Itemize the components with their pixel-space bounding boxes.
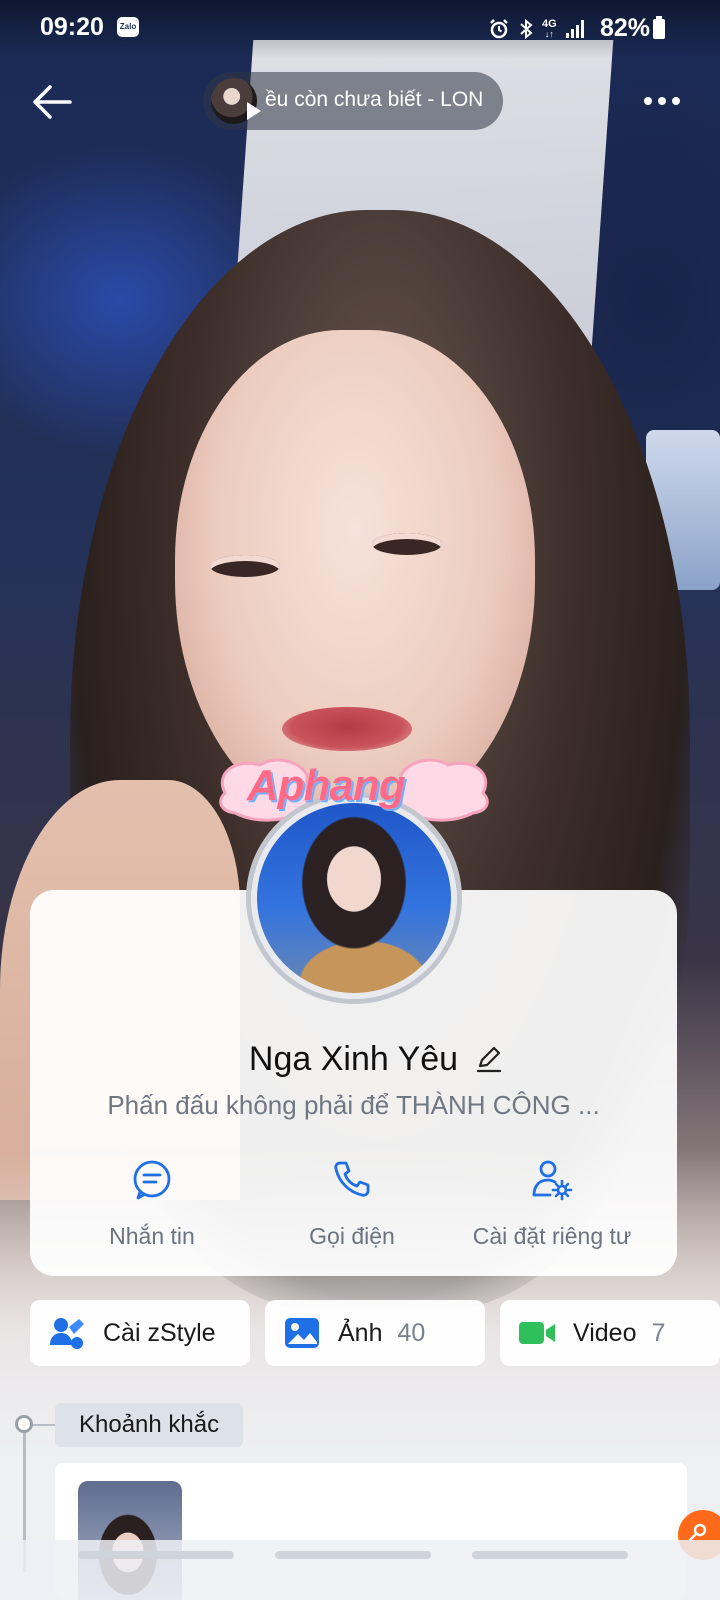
edit-name-icon[interactable]	[475, 1044, 503, 1074]
moments-label: Khoảnh khắc	[55, 1403, 244, 1447]
profile-name-row: Nga Xinh Yêu	[30, 1040, 677, 1079]
cover-eye-left	[210, 555, 280, 577]
videos-label: Video	[573, 1318, 637, 1347]
back-arrow-icon[interactable]	[30, 82, 74, 122]
bluetooth-icon	[520, 18, 533, 40]
system-navigation-bar	[0, 1540, 720, 1600]
profile-bio: Phấn đấu không phải để THÀNH CÔNG ...	[107, 1090, 600, 1120]
cover-lips	[282, 707, 412, 751]
profile-actions: Nhắn tin Gọi điện Cài đặt riêng tư	[30, 1155, 677, 1265]
timeline-connector	[32, 1424, 56, 1426]
photos-label: Ảnh	[338, 1318, 383, 1347]
battery-percent: 82%	[600, 14, 651, 42]
zstyle-icon	[50, 1318, 84, 1349]
privacy-settings-label: Cài đặt riêng tư	[472, 1223, 632, 1249]
play-icon[interactable]	[247, 102, 261, 120]
profile-music-pill[interactable]: ều còn chưa biết - LON	[203, 72, 503, 130]
zstyle-label: Cài zStyle	[103, 1318, 216, 1347]
videos-count: 7	[651, 1318, 666, 1347]
music-title: ều còn chưa biết - LON	[265, 88, 484, 111]
videos-chip[interactable]: Video 7	[500, 1300, 720, 1366]
more-options-icon[interactable]	[640, 86, 684, 116]
call-button[interactable]: Gọi điện	[252, 1155, 452, 1255]
message-button[interactable]: Nhắn tin	[52, 1155, 252, 1255]
photos-chip[interactable]: Ảnh 40	[265, 1300, 485, 1366]
nav-home-handle[interactable]	[275, 1551, 431, 1559]
privacy-settings-button[interactable]: Cài đặt riêng tư	[452, 1155, 652, 1255]
status-bar: 09:20 Zalo 4G ↓↑ 82%	[0, 0, 720, 58]
status-icons: 4G ↓↑	[488, 18, 585, 40]
video-icon	[519, 1322, 555, 1344]
message-icon	[133, 1160, 171, 1200]
status-time: 09:20	[40, 13, 104, 41]
photos-count: 40	[397, 1318, 426, 1347]
nav-back-handle[interactable]	[472, 1551, 628, 1559]
avatar-frame-text: Aphang	[247, 761, 406, 810]
cover-eye-right	[372, 533, 442, 555]
network-type: 4G ↓↑	[542, 18, 557, 40]
alarm-icon	[490, 19, 508, 39]
nav-recents-handle[interactable]	[78, 1551, 234, 1559]
battery-icon	[653, 16, 665, 39]
message-label: Nhắn tin	[109, 1223, 195, 1249]
call-label: Gọi điện	[309, 1223, 395, 1249]
timeline-dot	[15, 1415, 33, 1433]
profile-name: Nga Xinh Yêu	[248, 1040, 459, 1078]
zalo-notification-icon: Zalo	[117, 17, 139, 37]
signal-icon	[565, 20, 584, 38]
avatar[interactable]	[251, 797, 457, 999]
photo-icon	[285, 1318, 319, 1348]
phone-icon	[334, 1161, 370, 1197]
privacy-settings-icon	[532, 1160, 573, 1201]
zstyle-chip[interactable]: Cài zStyle	[30, 1300, 250, 1366]
avatar-with-frame[interactable]: Aphang	[219, 758, 489, 1003]
